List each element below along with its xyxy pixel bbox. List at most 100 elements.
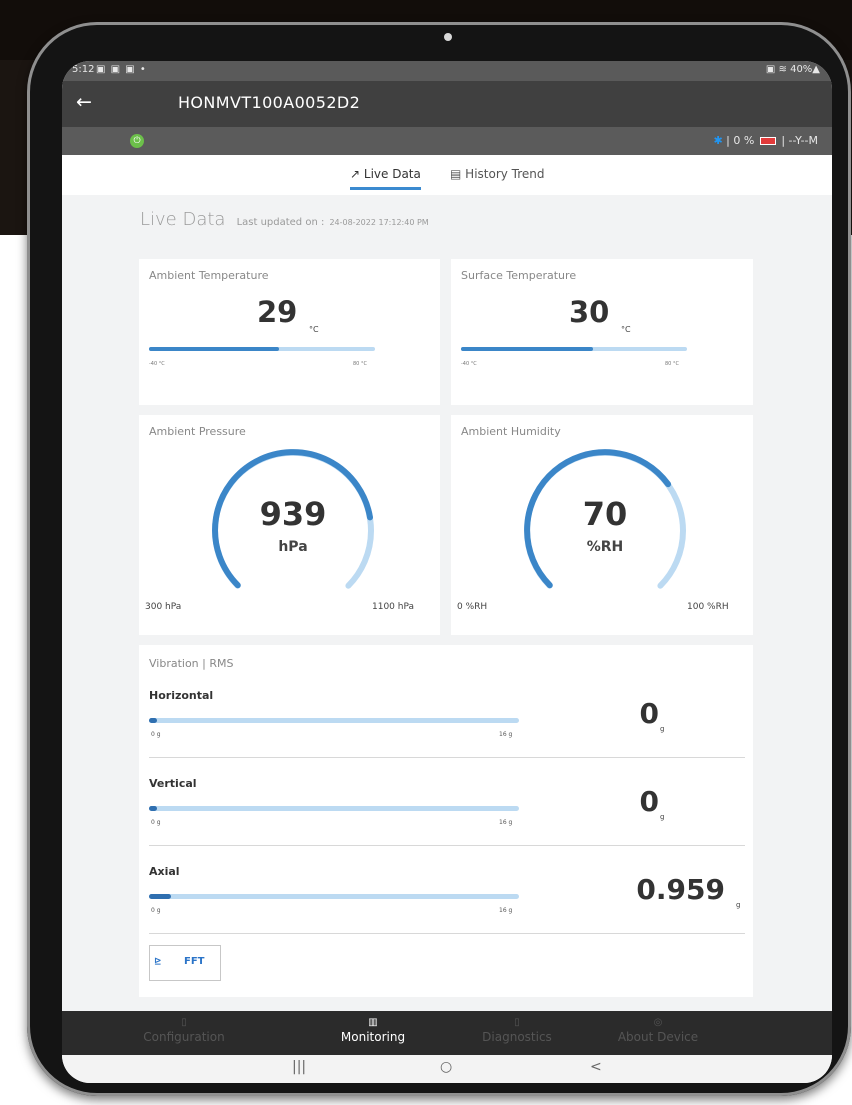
humidity-min: 0 %RH — [457, 602, 488, 612]
vibration-vertical-row: Vertical 0 g 16 g 0 g — [139, 777, 743, 865]
nav-diagnostics[interactable]: ▯ Diagnostics — [447, 1017, 587, 1044]
nav-monitoring[interactable]: ▥ Monitoring — [303, 1017, 443, 1044]
fft-label: FFT — [184, 956, 205, 967]
tab-history-trend[interactable]: ▤ History Trend — [450, 167, 545, 181]
axis-value: 0.959 — [636, 873, 725, 906]
axis-unit: g — [660, 725, 665, 733]
recents-button[interactable]: ||| — [292, 1059, 306, 1075]
ambient-humidity-card: Ambient Humidity 70 %RH 0 %RH 100 %RH — [451, 415, 753, 635]
axis-bar — [149, 718, 519, 723]
nav-about-device[interactable]: ◎ About Device — [588, 1017, 728, 1044]
page-title: Live Data — [140, 209, 226, 230]
ambient-temperature-bar — [149, 347, 375, 351]
axis-name: Axial — [149, 865, 180, 878]
surface-temperature-max: 80 °C — [665, 361, 679, 367]
vibration-card: Vibration | RMS Horizontal 0 g 16 g 0 g … — [139, 645, 753, 997]
tab-history-label: History Trend — [465, 167, 545, 181]
nav-configuration[interactable]: ▯ Configuration — [114, 1017, 254, 1044]
device-period: | --Y--M — [781, 134, 818, 147]
device-status: ✱ | 0 % | --Y--M — [713, 134, 818, 147]
document-icon: ▤ — [450, 167, 462, 181]
front-camera — [444, 33, 452, 41]
monitoring-icon: ▥ — [368, 1017, 378, 1028]
trend-icon: ↗ — [350, 167, 361, 181]
axis-max: 16 g — [499, 819, 513, 826]
divider — [149, 757, 745, 758]
surface-temperature-min: -40 °C — [461, 361, 477, 367]
notification-icons: ▣ ▣ ▣ • — [96, 64, 147, 75]
surface-temperature-fill — [461, 347, 593, 351]
surface-temperature-value: 30 — [569, 295, 610, 329]
pressure-min: 300 hPa — [145, 602, 182, 612]
axis-fill — [149, 894, 172, 899]
vibration-horizontal-row: Horizontal 0 g 16 g 0 g — [139, 689, 743, 777]
ambient-temperature-label: Ambient Temperature — [149, 269, 269, 282]
pressure-unit: hPa — [278, 539, 308, 555]
live-data-header: Live Data Last updated on : 24-08-2022 1… — [140, 209, 429, 230]
last-updated-label: Last updated on : — [236, 217, 325, 228]
ambient-temperature-fill — [149, 347, 279, 351]
humidity-max: 100 %RH — [687, 602, 729, 612]
ambient-temperature-unit: °C — [309, 325, 319, 334]
axis-name: Vertical — [149, 777, 197, 790]
bluetooth-icon: ✱ — [713, 134, 723, 147]
tab-live-data[interactable]: ↗ Live Data — [350, 167, 421, 190]
system-nav-bar: ||| ○ < — [62, 1055, 832, 1083]
axis-bar — [149, 806, 519, 811]
battery-icon — [759, 137, 776, 145]
ambient-temperature-card: Ambient Temperature 29 °C -40 °C 80 °C — [139, 259, 440, 405]
diagnostics-icon: ▯ — [514, 1017, 520, 1028]
status-time: 5:12 — [72, 64, 95, 75]
device-title: HONMVT100A0052D2 — [178, 93, 361, 112]
chart-icon: ⊵ — [154, 957, 162, 967]
axis-bar — [149, 894, 519, 899]
surface-temperature-unit: °C — [621, 325, 631, 334]
axis-name: Horizontal — [149, 689, 214, 702]
surface-temperature-bar — [461, 347, 687, 351]
axis-max: 16 g — [499, 731, 513, 738]
system-back-button[interactable]: < — [590, 1059, 602, 1075]
axis-fill — [149, 718, 158, 723]
power-icon: ⏻ — [130, 134, 144, 148]
surface-temperature-card: Surface Temperature 30 °C -40 °C 80 °C — [451, 259, 753, 405]
humidity-unit: %RH — [586, 539, 624, 555]
pressure-value: 939 — [259, 495, 327, 533]
vibration-axial-row: Axial 0 g 16 g 0.959 g — [139, 865, 743, 953]
bottom-nav: ▯ Configuration ▥ Monitoring ▯ Diagnosti… — [62, 1011, 832, 1055]
app-bar: ← HONMVT100A0052D2 — [62, 81, 832, 127]
ambient-pressure-card: Ambient Pressure 939 hPa 300 hPa 1100 hP… — [139, 415, 440, 635]
nav-about-device-label: About Device — [617, 1030, 699, 1044]
battery-percent: | 0 % — [726, 134, 755, 147]
last-updated-value: 24-08-2022 17:12:40 PM — [329, 218, 429, 227]
axis-min: 0 g — [151, 907, 161, 914]
system-status: ▣ ≋ 40%▲ — [765, 64, 820, 75]
ambient-temperature-max: 80 °C — [353, 361, 367, 367]
tab-live-label: Live Data — [363, 167, 421, 181]
tab-bar: ↗ Live Data ▤ History Trend — [62, 155, 832, 195]
divider — [149, 845, 745, 846]
device-status-bar: ⏻ ✱ | 0 % | --Y--M — [62, 127, 832, 155]
humidity-value: 70 — [582, 495, 628, 533]
surface-temperature-label: Surface Temperature — [461, 269, 577, 282]
vibration-title: Vibration | RMS — [149, 657, 234, 670]
axis-fill — [149, 806, 158, 811]
axis-min: 0 g — [151, 819, 161, 826]
nav-configuration-label: Configuration — [143, 1030, 225, 1044]
divider — [149, 933, 745, 934]
axis-unit: g — [736, 901, 741, 909]
ambient-temperature-min: -40 °C — [149, 361, 165, 367]
back-arrow-icon[interactable]: ← — [76, 91, 92, 113]
info-icon: ◎ — [653, 1017, 663, 1028]
tablet-screen: 5:12 ▣ ▣ ▣ • ▣ ≋ 40%▲ ← HONMVT100A0052D2… — [62, 61, 832, 1083]
home-button[interactable]: ○ — [440, 1059, 452, 1075]
axis-max: 16 g — [499, 907, 513, 914]
pressure-max: 1100 hPa — [372, 602, 415, 612]
axis-value: 0 — [639, 697, 659, 730]
configuration-icon: ▯ — [181, 1017, 187, 1028]
axis-min: 0 g — [151, 731, 161, 738]
axis-unit: g — [660, 813, 665, 821]
axis-value: 0 — [639, 785, 659, 818]
nav-diagnostics-label: Diagnostics — [482, 1030, 552, 1044]
fft-button[interactable]: ⊵ FFT — [149, 945, 221, 981]
status-bar: 5:12 ▣ ▣ ▣ • ▣ ≋ 40%▲ — [62, 61, 832, 81]
